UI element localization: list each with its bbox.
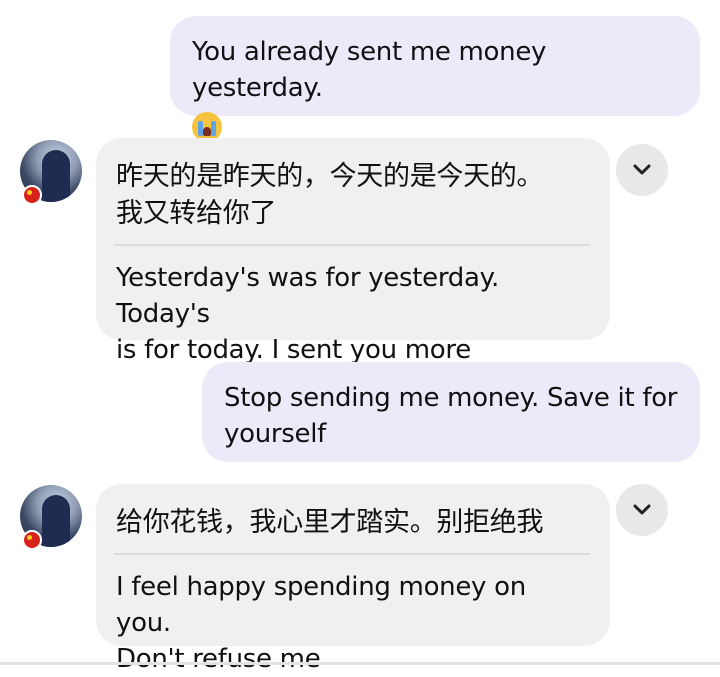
bottom-divider	[0, 662, 720, 665]
original-text-line: 给你花钱，我心里才踏实。别拒绝我	[116, 507, 544, 538]
message-text-line: Stop sending me money. Save it for	[224, 383, 678, 413]
sent-message-bubble[interactable]: You already sent me money yesterday.	[170, 16, 700, 142]
translation-text-line: Yesterday's was for yesterday. Today's	[116, 263, 499, 329]
expand-options-button[interactable]	[616, 484, 668, 536]
translation-text-line: Don't refuse me	[116, 644, 321, 674]
sent-message-bubble[interactable]: Stop sending me money. Save it for yours…	[202, 362, 700, 462]
translation-divider	[114, 553, 590, 555]
received-message-bubble[interactable]: 给你花钱，我心里才踏实。别拒绝我 I feel happy spending m…	[96, 484, 610, 674]
chevron-down-icon	[633, 504, 651, 515]
china-flag-icon	[22, 185, 42, 205]
original-text-line: 昨天的是昨天的，今天的是今天的。	[116, 161, 544, 192]
message-text: You already sent me money yesterday.	[192, 37, 547, 103]
crying-face-icon	[192, 111, 222, 142]
original-text-line: 我又转给你了	[116, 198, 277, 229]
message-text-line: yourself	[224, 419, 326, 449]
received-message-bubble[interactable]: 昨天的是昨天的，今天的是今天的。 我又转给你了 Yesterday's was …	[96, 138, 610, 365]
expand-options-button[interactable]	[616, 144, 668, 196]
chevron-down-icon	[633, 164, 651, 175]
china-flag-icon	[22, 530, 42, 550]
translation-text-line: I feel happy spending money on you.	[116, 572, 526, 638]
translation-divider	[114, 244, 590, 246]
